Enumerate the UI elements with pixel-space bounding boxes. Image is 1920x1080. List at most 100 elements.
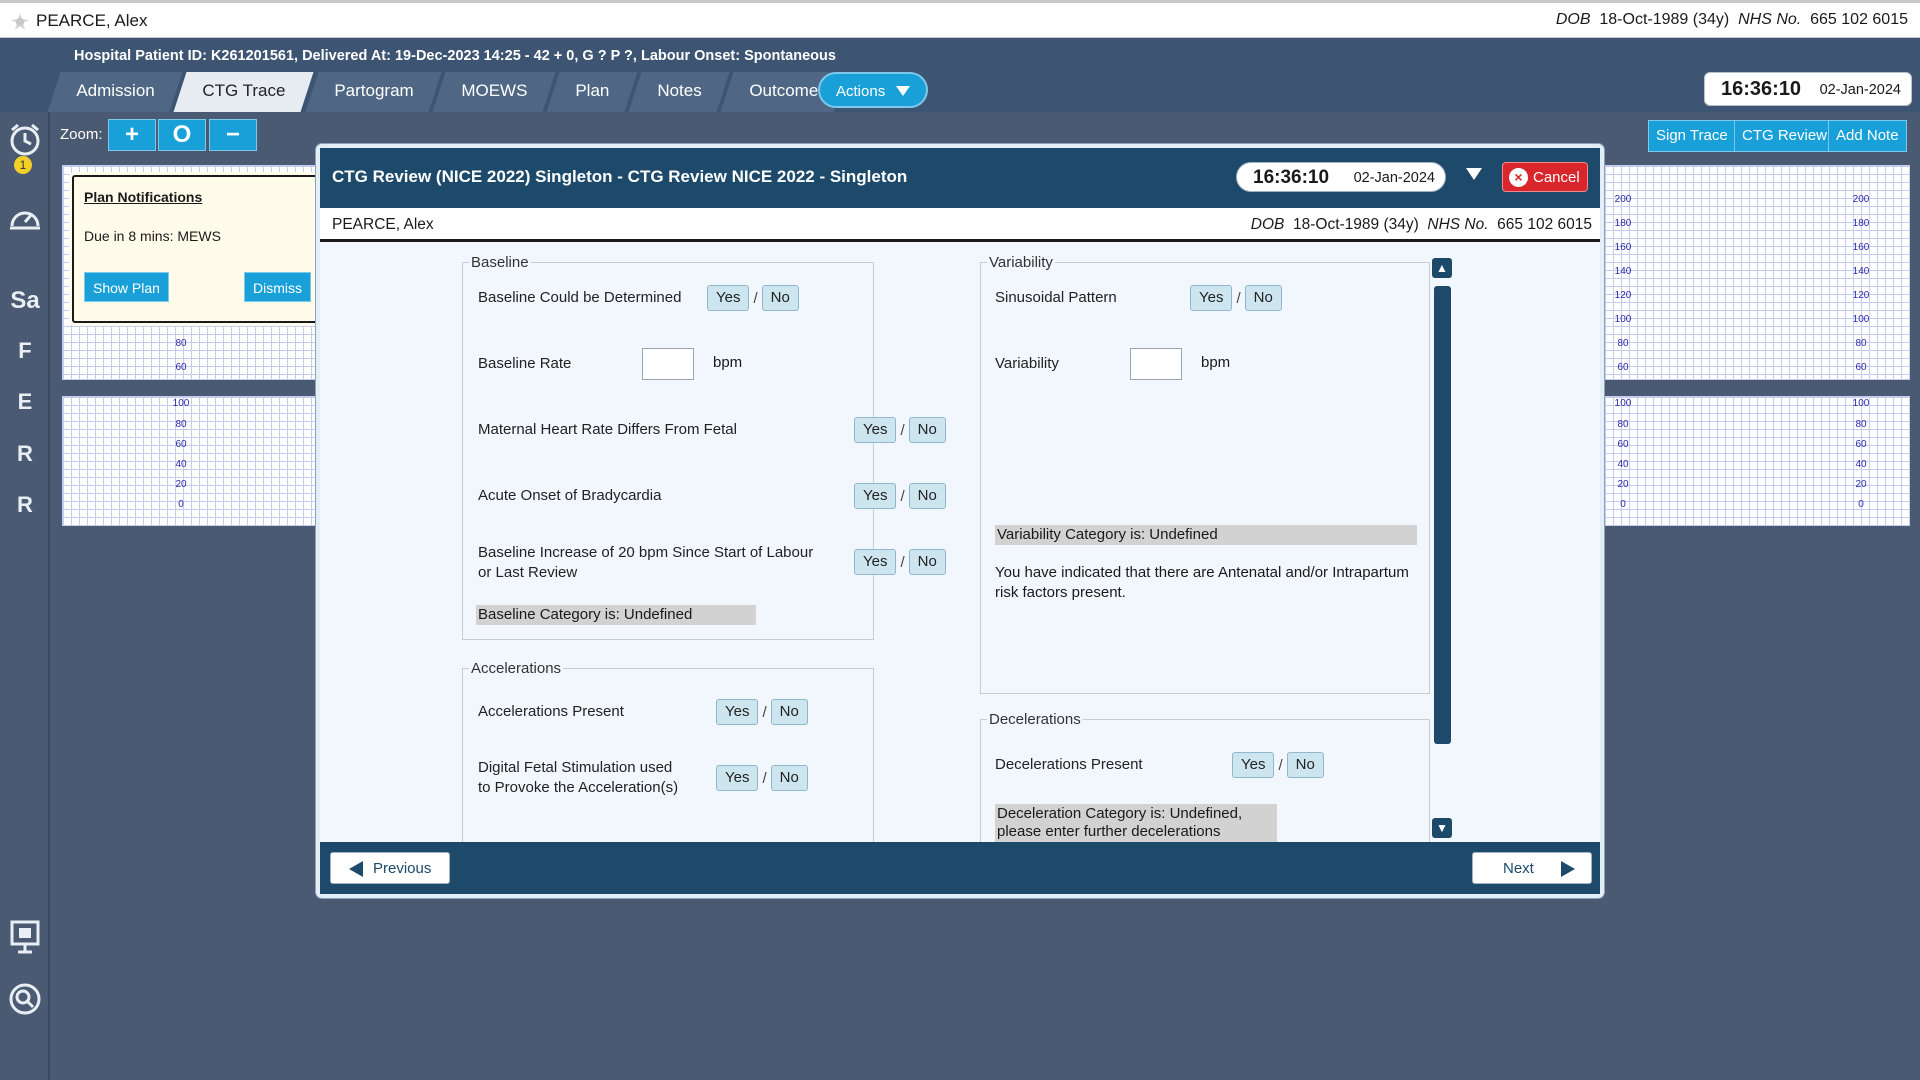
no-button[interactable]: No (1286, 752, 1324, 778)
tab-admission[interactable]: Admission (47, 72, 183, 112)
fhr-axis-label: 60 (1617, 362, 1629, 373)
tab-ctg-trace[interactable]: CTG Trace (173, 72, 315, 112)
dialog-clock[interactable]: 16:36:10 02-Jan-2024 (1236, 162, 1446, 192)
scroll-up-icon[interactable]: ▲ (1432, 258, 1452, 278)
toco-axis-label: 20 (175, 479, 187, 490)
filter-icon[interactable] (1466, 168, 1482, 180)
scroll-down-icon[interactable]: ▼ (1432, 818, 1452, 838)
variability-unit: bpm (1201, 354, 1231, 371)
search-icon[interactable] (8, 982, 42, 1016)
fhr-axis-label: 180 (1614, 218, 1632, 229)
ctg-review-button[interactable]: CTG Review (1734, 120, 1836, 152)
nhs-label: NHS No. (1738, 11, 1802, 28)
ctg-review-dialog: CTG Review (NICE 2022) Singleton - CTG R… (316, 144, 1604, 898)
no-button[interactable]: No (908, 417, 946, 443)
baseline-rate-input[interactable] (642, 348, 694, 380)
add-note-button[interactable]: Add Note (1828, 120, 1907, 152)
baseline-rate-unit: bpm (713, 354, 743, 371)
variability-label: Variability (995, 355, 1059, 372)
close-icon: × (1509, 168, 1528, 187)
tab-label: Outcome (749, 81, 819, 100)
fhr-axis-label: 80 (175, 338, 187, 349)
next-button[interactable]: Next (1472, 852, 1592, 884)
tab-partogram[interactable]: Partogram (305, 72, 442, 112)
baseline-increase-toggle: Yes / No (854, 549, 946, 575)
cancel-button[interactable]: × Cancel (1502, 162, 1588, 192)
toco-axis-label: 40 (1617, 459, 1629, 470)
no-button[interactable]: No (908, 483, 946, 509)
dialog-scrollbar[interactable]: ▲ ▼ (1432, 258, 1452, 838)
zoom-reset-button[interactable]: O (158, 119, 206, 151)
show-plan-button[interactable]: Show Plan (84, 272, 169, 302)
yes-button[interactable]: Yes (854, 417, 897, 443)
no-button[interactable]: No (770, 699, 808, 725)
variability-input[interactable] (1130, 348, 1182, 380)
chevron-down-icon (896, 86, 910, 96)
yes-button[interactable]: Yes (716, 699, 759, 725)
tab-plan[interactable]: Plan (546, 72, 638, 112)
baseline-rate-label: Baseline Rate (478, 355, 572, 372)
cancel-label: Cancel (1533, 169, 1580, 186)
separator: / (900, 553, 905, 571)
dialog-time: 16:36:10 (1253, 167, 1330, 188)
nhs-label: NHS No. (1427, 216, 1489, 233)
dob-label: DOB (1250, 216, 1285, 233)
tab-notes[interactable]: Notes (628, 72, 730, 112)
yes-button[interactable]: Yes (1232, 752, 1275, 778)
variability-section: Variability (980, 254, 1430, 694)
rail-item-r2[interactable]: R (6, 486, 44, 524)
actions-button[interactable]: Actions (818, 72, 928, 108)
separator: / (762, 703, 767, 721)
tab-moews[interactable]: MOEWS (432, 72, 556, 112)
plan-notification-due: Due in 8 mins: MEWS (84, 228, 221, 244)
tab-label: Notes (657, 81, 702, 100)
presentation-board-icon[interactable] (10, 920, 40, 954)
scroll-thumb[interactable] (1434, 286, 1451, 744)
fhr-axis-label: 80 (1855, 338, 1867, 349)
plan-notification-card: Plan Notifications Due in 8 mins: MEWS S… (72, 175, 320, 323)
no-button[interactable]: No (908, 549, 946, 575)
dialog-patient-name: PEARCE, Alex (332, 216, 434, 233)
tab-label: Admission (76, 81, 155, 100)
toco-axis-label: 80 (175, 419, 187, 430)
rail-item-sa[interactable]: Sa (6, 282, 44, 320)
zoom-out-button[interactable]: − (209, 119, 257, 151)
rail-item-e[interactable]: E (6, 383, 44, 421)
baseline-category: Baseline Category is: Undefined (476, 605, 756, 625)
alarm-clock-icon[interactable] (8, 122, 42, 158)
fhr-axis-label: 180 (1852, 218, 1870, 229)
dialog-footer: Previous Next (320, 842, 1600, 894)
accelerations-present-label: Accelerations Present (478, 703, 624, 720)
previous-button[interactable]: Previous (330, 852, 450, 884)
no-button[interactable]: No (761, 285, 799, 311)
rail-item-r1[interactable]: R (6, 435, 44, 473)
no-button[interactable]: No (770, 765, 808, 791)
separator: / (1236, 289, 1241, 307)
yes-button[interactable]: Yes (854, 549, 897, 575)
previous-label: Previous (373, 860, 432, 877)
toco-axis-label: 60 (1617, 439, 1629, 450)
speedometer-icon[interactable] (8, 202, 42, 232)
yes-button[interactable]: Yes (707, 285, 750, 311)
accelerations-section: Accelerations (462, 660, 874, 850)
nhs-value: 665 102 6015 (1497, 216, 1592, 233)
zoom-in-button[interactable]: + (108, 119, 156, 151)
dismiss-button[interactable]: Dismiss (244, 272, 311, 302)
yes-button[interactable]: Yes (716, 765, 759, 791)
separator: / (753, 289, 758, 307)
tab-label: Partogram (333, 81, 414, 100)
fhr-axis-label: 100 (1852, 314, 1870, 325)
rail-item-f[interactable]: F (6, 332, 44, 370)
sign-trace-button[interactable]: Sign Trace (1648, 120, 1736, 152)
variability-legend: Variability (989, 254, 1053, 271)
baseline-increase-label: Baseline Increase of 20 bpm Since Start … (478, 544, 814, 581)
yes-button[interactable]: Yes (1190, 285, 1233, 311)
toco-axis-label: 80 (1855, 419, 1867, 430)
patient-name: PEARCE, Alex (36, 11, 148, 30)
tab-label: Plan (575, 81, 610, 100)
no-button[interactable]: No (1244, 285, 1282, 311)
deceleration-category: Deceleration Category is: Undefined, ple… (995, 804, 1277, 842)
yes-button[interactable]: Yes (854, 483, 897, 509)
digital-stimulation-label: Digital Fetal Stimulation used to Provok… (478, 759, 679, 796)
dialog-date: 02-Jan-2024 (1353, 170, 1435, 186)
